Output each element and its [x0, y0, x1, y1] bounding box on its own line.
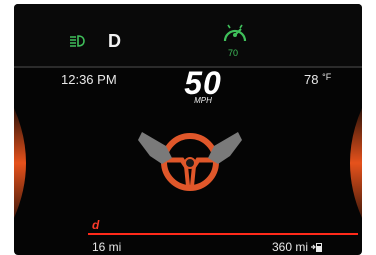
trip-distance: 16 mi	[92, 240, 122, 254]
temperature-unit: °F	[322, 72, 332, 82]
right-arc-gauge	[350, 108, 362, 218]
fuel-pump-icon	[311, 243, 323, 252]
instrument-display: D 70 12:36 PM 78 °F 50 MPH d 16 mi 360 m…	[14, 4, 362, 255]
left-arc-gauge	[14, 108, 26, 218]
headlamp-icon	[70, 35, 85, 47]
cruise-control-icon	[223, 24, 247, 42]
mode-bar	[88, 233, 358, 235]
speed-unit: MPH	[194, 96, 212, 105]
fuel-range: 360 mi	[272, 240, 323, 254]
drive-mode-indicator: d	[92, 218, 100, 232]
outside-temperature: 78 °F	[304, 72, 331, 87]
temperature-value: 78	[304, 72, 319, 87]
steering-wheel-hands-icon	[138, 132, 242, 191]
clock: 12:36 PM	[61, 72, 117, 87]
cruise-set-speed: 70	[228, 48, 239, 58]
gear-indicator: D	[108, 31, 121, 51]
range-value: 360 mi	[272, 240, 309, 254]
status-strip	[14, 4, 362, 66]
